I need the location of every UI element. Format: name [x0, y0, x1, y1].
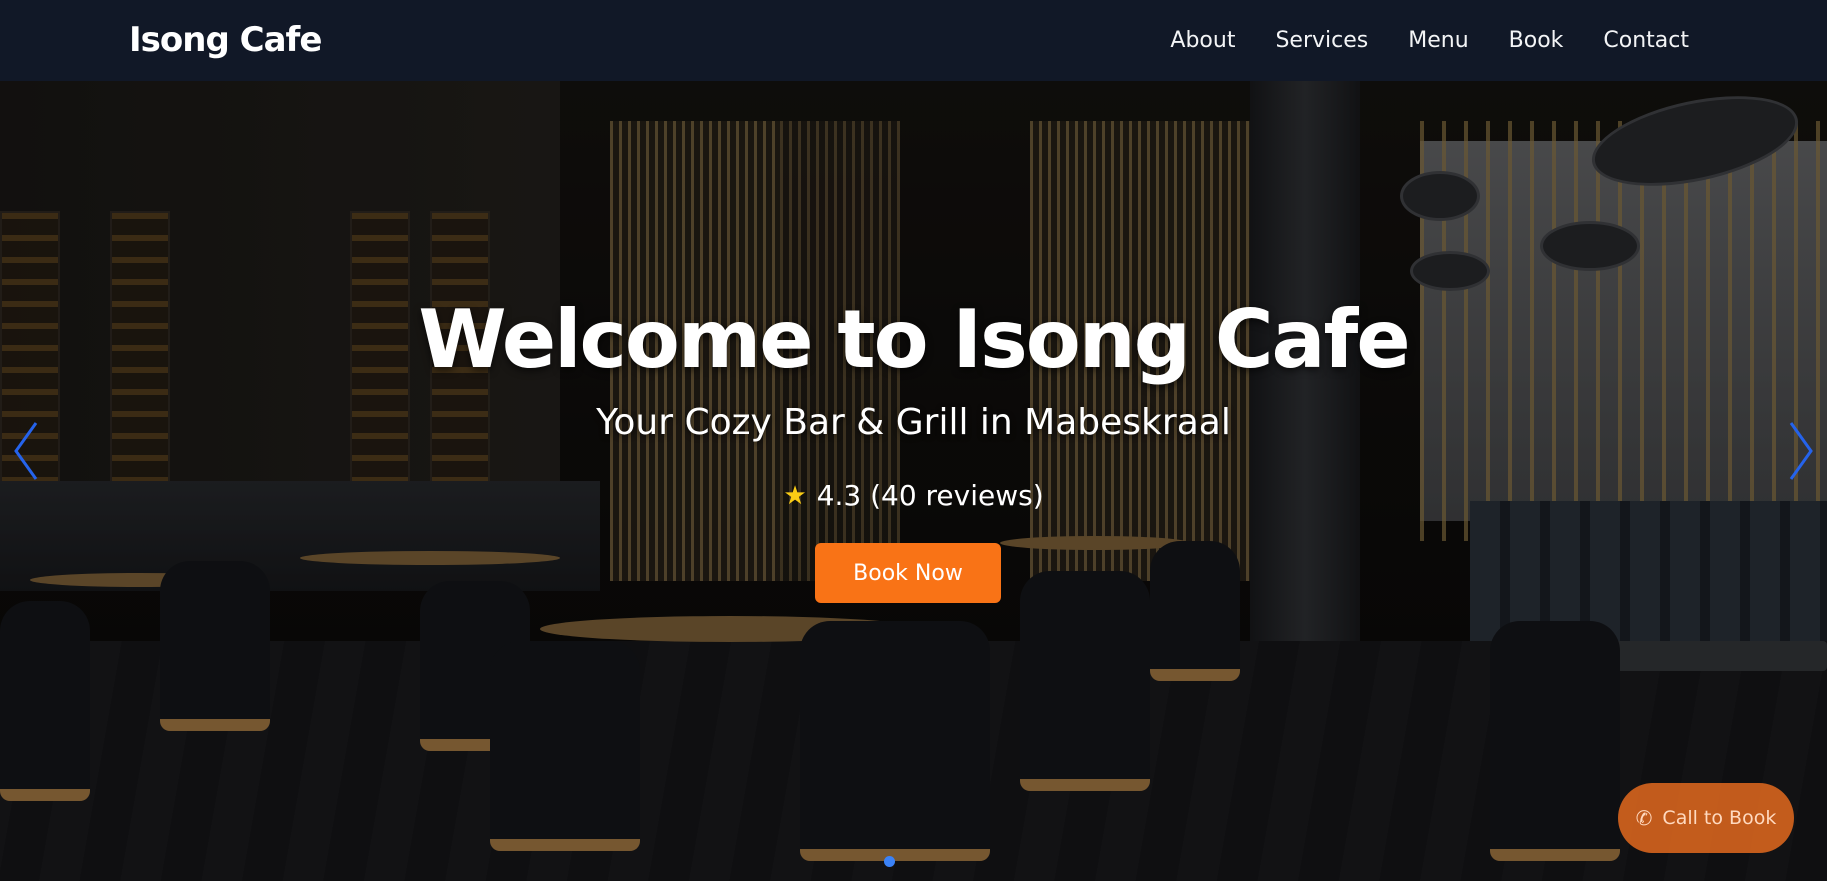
chevron-left-icon: [14, 422, 38, 480]
hero-carousel: Welcome to Isong Cafe Your Cozy Bar & Gr…: [0, 81, 1827, 881]
phone-icon: ✆: [1635, 806, 1653, 830]
nav-link-menu[interactable]: Menu: [1408, 28, 1468, 53]
book-now-button[interactable]: Book Now: [815, 543, 1001, 603]
nav-link-contact[interactable]: Contact: [1603, 28, 1689, 53]
hero-title: Welcome to Isong Cafe: [418, 293, 1410, 386]
nav-link-book[interactable]: Book: [1509, 28, 1564, 53]
chevron-right-icon: [1789, 422, 1813, 480]
star-icon: ★: [783, 480, 807, 511]
hero-content: Welcome to Isong Cafe Your Cozy Bar & Gr…: [0, 81, 1827, 881]
rating-text: 4.3 (40 reviews): [816, 479, 1044, 512]
carousel-next-button[interactable]: [1779, 411, 1823, 491]
nav-link-services[interactable]: Services: [1275, 28, 1368, 53]
call-to-book-button[interactable]: ✆ Call to Book: [1618, 783, 1794, 853]
carousel-indicator-1[interactable]: [884, 856, 895, 867]
rating: ★ 4.3 (40 reviews): [0, 479, 1827, 512]
brand-logo[interactable]: Isong Cafe: [129, 20, 322, 60]
navbar: Isong Cafe About Services Menu Book Cont…: [0, 0, 1827, 81]
nav-link-about[interactable]: About: [1170, 28, 1235, 53]
carousel-prev-button[interactable]: [4, 411, 48, 491]
main-nav: About Services Menu Book Contact: [1170, 0, 1689, 81]
call-to-book-label: Call to Book: [1662, 807, 1777, 829]
hero-subtitle: Your Cozy Bar & Grill in Mabeskraal: [596, 402, 1231, 443]
